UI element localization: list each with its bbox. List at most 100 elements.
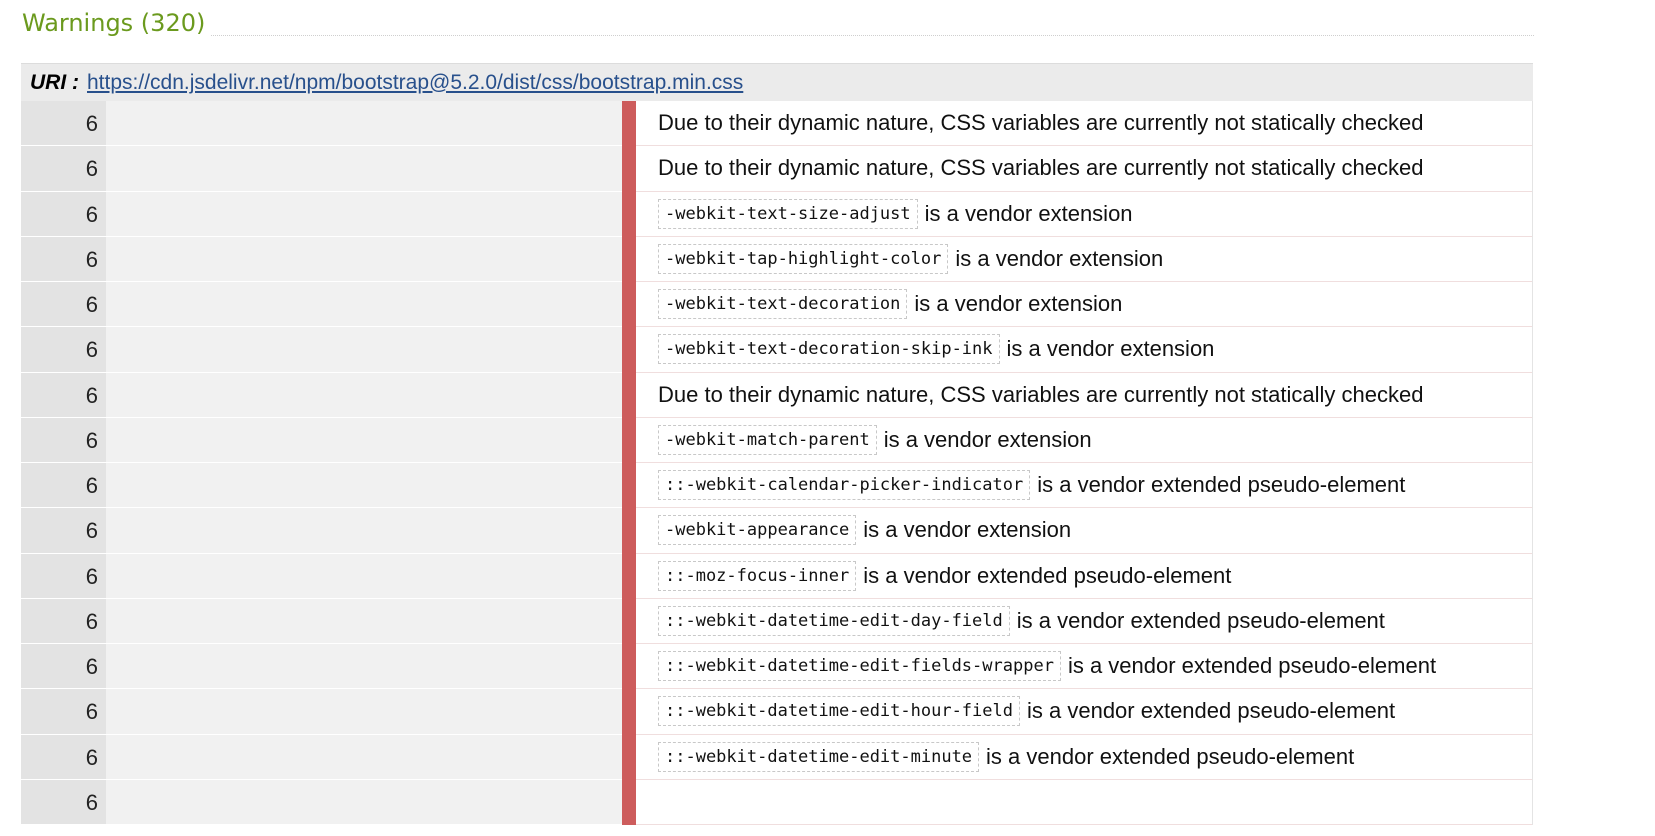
line-number: 6 [21, 644, 106, 690]
line-number: 6 [21, 553, 106, 599]
uri-link[interactable]: https://cdn.jsdelivr.net/npm/bootstrap@5… [87, 71, 743, 95]
context-cell [106, 779, 622, 825]
property-code: ::-webkit-datetime-edit-hour-field [658, 696, 1020, 727]
warning-message: is a vendor extension [924, 200, 1133, 226]
warning-message-cell: ::-webkit-datetime-edit-minute is a vendo… [636, 734, 1532, 780]
warning-message-cell: ::-webkit-datetime-edit-hour-field is a v… [636, 689, 1532, 735]
property-code: ::-webkit-datetime-edit-fields-wrapper [658, 651, 1061, 682]
line-number: 6 [21, 282, 106, 328]
line-number: 6 [21, 146, 106, 192]
warning-message-cell: -webkit-text-decoration-skip-ink is a ven… [636, 327, 1532, 373]
property-code: ::-moz-focus-inner [658, 560, 857, 591]
context-cell [106, 236, 622, 282]
warning-row: 6 Due to their dynamic nature, CSS variab… [21, 372, 1532, 418]
warning-marker [622, 327, 636, 373]
property-code: -webkit-match-parent [658, 424, 877, 455]
warning-message-cell: ::-webkit-datetime-edit-day-field is a ve… [636, 598, 1532, 644]
context-cell [106, 734, 622, 780]
line-number: 6 [21, 327, 106, 373]
warning-message-cell [636, 779, 1532, 825]
warning-row: 6 -webkit-text-decoration-skip-ink is a ve… [21, 327, 1532, 373]
property-code: ::-webkit-calendar-picker-indicator [658, 470, 1031, 501]
warning-message: Due to their dynamic nature, CSS variabl… [658, 110, 1424, 136]
warning-message: is a vendor extended pseudo-element [1027, 698, 1396, 724]
warning-message-cell: Due to their dynamic nature, CSS variabl… [636, 146, 1532, 192]
property-code: -webkit-text-decoration-skip-ink [658, 334, 1000, 365]
warning-row: 6::-webkit-datetime-edit-day-field is a v… [21, 598, 1532, 644]
warning-message: is a vendor extension [863, 517, 1072, 543]
warning-row: 6::-webkit-datetime-edit-hour-field is a … [21, 689, 1532, 735]
warning-marker [622, 508, 636, 554]
warning-marker [622, 734, 636, 780]
context-cell [106, 553, 622, 599]
warning-message-cell: -webkit-text-size-adjust is a vendor exte… [636, 191, 1532, 237]
line-number: 6 [21, 779, 106, 825]
line-number: 6 [21, 236, 106, 282]
warning-message: is a vendor extension [883, 426, 1092, 452]
line-number: 6 [21, 417, 106, 463]
warning-row: 6::-moz-focus-inner is a vendor extended … [21, 553, 1532, 599]
warning-message: is a vendor extended pseudo-element [1037, 472, 1406, 498]
warning-message: Due to their dynamic nature, CSS variabl… [658, 381, 1424, 407]
warnings-heading: Warnings (320) [22, 9, 206, 37]
warning-row: 6 -webkit-text-size-adjust is a vendor ext… [21, 191, 1532, 237]
warning-message: Due to their dynamic nature, CSS variabl… [658, 155, 1424, 181]
warning-message-cell: Due to their dynamic nature, CSS variabl… [636, 372, 1532, 418]
warning-marker [622, 146, 636, 192]
warning-row: 6 Due to their dynamic nature, CSS variab… [21, 146, 1532, 192]
warning-message-cell: -webkit-match-parent is a vendor extensio… [636, 417, 1532, 463]
warning-message-cell: -webkit-text-decoration is a vendor exten… [636, 282, 1532, 328]
warning-row: 6 -webkit-text-decoration is a vendor exte… [21, 282, 1532, 328]
context-cell [106, 463, 622, 509]
line-number: 6 [21, 689, 106, 735]
warning-row: 6 -webkit-match-parent is a vendor extensi… [21, 417, 1532, 463]
warning-message-cell: -webkit-appearance is a vendor extension [636, 508, 1532, 554]
warning-message: is a vendor extension [1006, 336, 1215, 362]
warning-message-cell: ::-webkit-calendar-picker-indicator is a … [636, 463, 1532, 509]
context-cell [106, 146, 622, 192]
context-cell [106, 598, 622, 644]
context-cell [106, 417, 622, 463]
warning-row: 6::-webkit-datetime-edit-fields-wrapper i… [21, 644, 1532, 690]
property-code: -webkit-text-decoration [658, 289, 908, 320]
warning-message: is a vendor extension [914, 291, 1123, 317]
context-cell [106, 644, 622, 690]
warning-marker [622, 372, 636, 418]
warning-marker [622, 553, 636, 599]
warning-marker [622, 644, 636, 690]
warning-row: 6 -webkit-tap-highlight-color is a vendor … [21, 236, 1532, 282]
warning-marker [622, 282, 636, 328]
warning-marker [622, 463, 636, 509]
context-cell [106, 372, 622, 418]
context-cell [106, 282, 622, 328]
context-cell [106, 101, 622, 147]
warning-row: 6 -webkit-appearance is a vendor extension [21, 508, 1532, 554]
warning-message: is a vendor extended pseudo-element [1016, 607, 1385, 633]
warning-message-cell: -webkit-tap-highlight-color is a vendor e… [636, 236, 1532, 282]
warning-row: 6 [21, 779, 1532, 825]
uri-label: URI : [30, 70, 79, 94]
warning-marker [622, 101, 636, 147]
warning-row: 6 Due to their dynamic nature, CSS variab… [21, 101, 1532, 147]
warning-message-cell: ::-moz-focus-inner is a vendor extended p… [636, 553, 1532, 599]
property-code: ::-webkit-datetime-edit-minute [658, 741, 980, 772]
uri-bar: URI : https://cdn.jsdelivr.net/npm/boots… [21, 63, 1533, 101]
context-cell [106, 508, 622, 554]
warning-message-cell: Due to their dynamic nature, CSS variabl… [636, 101, 1532, 147]
line-number: 6 [21, 191, 106, 237]
warning-message: is a vendor extended pseudo-element [986, 743, 1355, 769]
property-code: -webkit-text-size-adjust [658, 198, 918, 229]
warning-marker [622, 689, 636, 735]
heading-divider [211, 35, 1534, 36]
validator-warnings-page: Warnings (320) URI : https://cdn.jsdeliv… [0, 0, 1655, 836]
warning-marker [622, 598, 636, 644]
warning-marker [622, 191, 636, 237]
warning-message: is a vendor extended pseudo-element [863, 562, 1232, 588]
context-cell [106, 191, 622, 237]
warning-row: 6::-webkit-calendar-picker-indicator is a… [21, 463, 1532, 509]
warning-message-cell: ::-webkit-datetime-edit-fields-wrapper is… [636, 644, 1532, 690]
warning-marker [622, 779, 636, 825]
line-number: 6 [21, 372, 106, 418]
warning-marker [622, 417, 636, 463]
line-number: 6 [21, 598, 106, 644]
